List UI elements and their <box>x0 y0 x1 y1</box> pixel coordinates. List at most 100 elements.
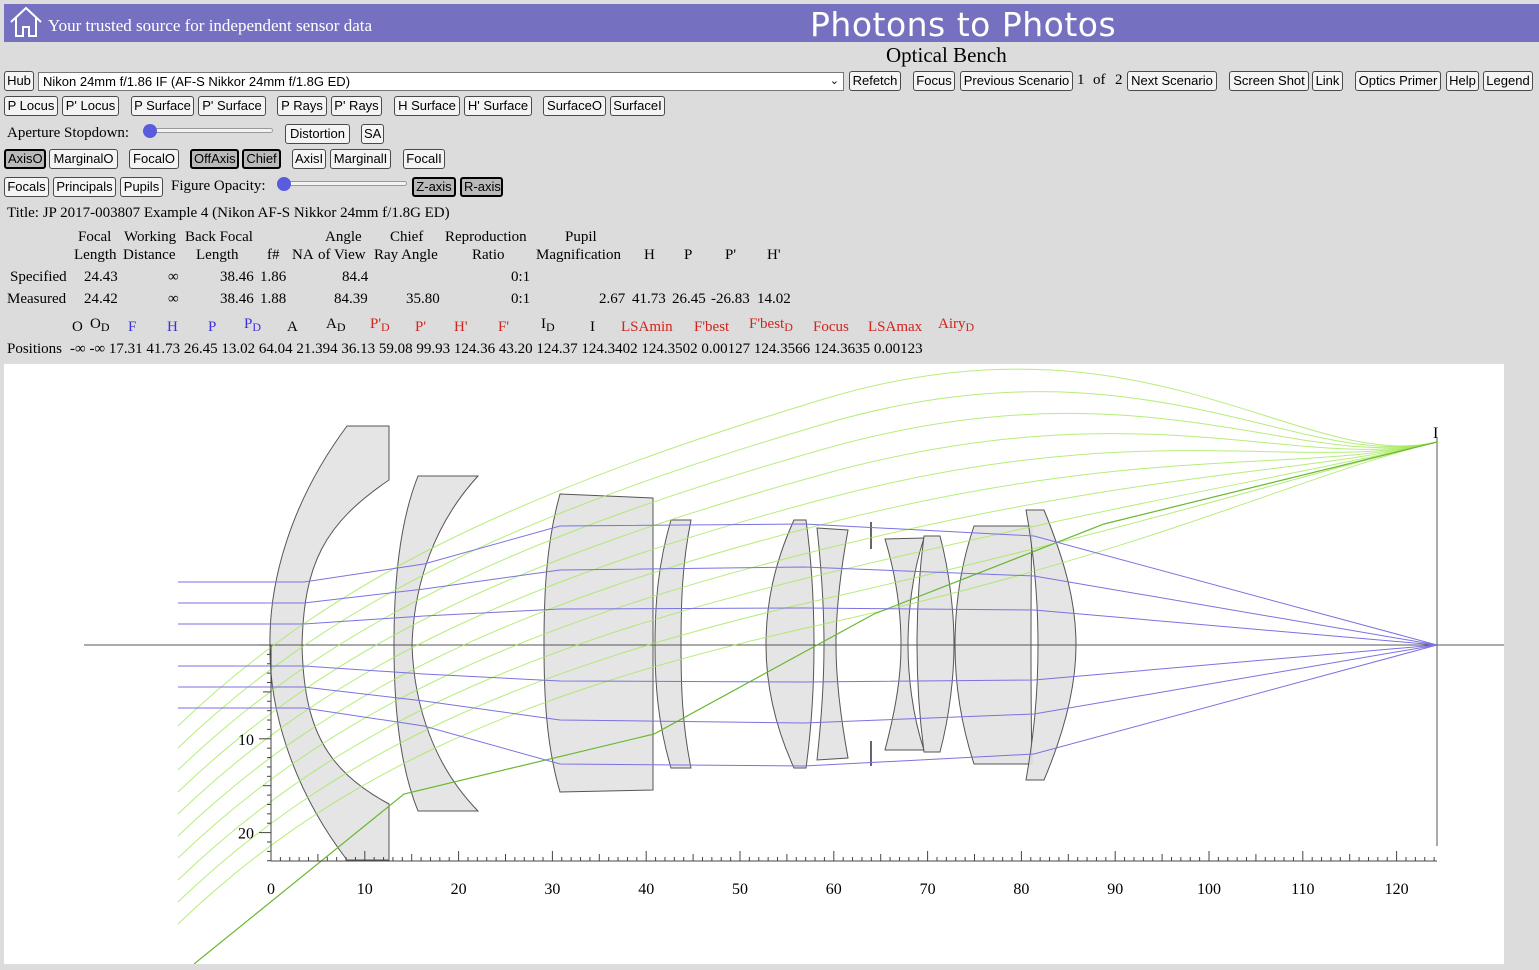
h-surface-button[interactable]: H Surface <box>394 96 460 116</box>
col-angle: Angle <box>325 229 362 245</box>
measured-p: 26.45 <box>672 291 706 307</box>
distortion-button[interactable]: Distortion <box>285 124 350 144</box>
position-symbol-main: F'best <box>749 316 785 332</box>
focus-button[interactable]: Focus <box>913 71 955 91</box>
measured-focal: 24.42 <box>84 291 118 307</box>
position-symbol: I <box>590 319 595 336</box>
col-repro-2: Ratio <box>472 247 505 263</box>
site-title[interactable]: Photons to Photos <box>810 5 1116 44</box>
position-symbol: PD <box>244 316 261 335</box>
z-axis-toggle[interactable]: Z-axis <box>412 177 456 197</box>
scenario-current: 1 <box>1077 72 1085 88</box>
surface-i-button[interactable]: SurfaceI <box>610 96 665 116</box>
axis-o-toggle[interactable]: AxisO <box>4 149 46 169</box>
col-p-prime: P' <box>725 247 737 263</box>
scenario-total: 2 <box>1115 72 1123 88</box>
axis-i-toggle[interactable]: AxisI <box>292 149 326 169</box>
position-symbol-sub: D <box>100 320 110 334</box>
pupils-button[interactable]: Pupils <box>120 177 163 197</box>
optical-bench-diagram: I 0 10 20 30 40 50 60 70 80 90 100 110 120 10 20 <box>84 368 1504 964</box>
figure-opacity-label: Figure Opacity: <box>171 178 266 194</box>
z-axis-tick-label: 90 <box>1107 881 1123 898</box>
col-working-2: Distance <box>123 247 176 263</box>
p-surface-button[interactable]: P Surface <box>131 96 194 116</box>
chief-toggle[interactable]: Chief <box>242 149 281 169</box>
z-axis-tick-label: 30 <box>544 881 560 898</box>
position-symbol: F <box>128 319 136 336</box>
slider-thumb[interactable] <box>277 177 291 191</box>
refetch-button[interactable]: Refetch <box>849 71 901 91</box>
col-back-focal-2: Length <box>196 247 239 263</box>
p-prime-surface-button[interactable]: P' Surface <box>198 96 266 116</box>
screen-shot-button[interactable]: Screen Shot <box>1229 71 1309 91</box>
z-axis-tick-label: 10 <box>357 881 373 898</box>
position-symbol-main: F'best <box>694 319 730 335</box>
col-focal-2: Length <box>74 247 117 263</box>
optics-primer-button[interactable]: Optics Primer <box>1355 71 1441 91</box>
p-prime-rays-button[interactable]: P' Rays <box>331 96 382 116</box>
optical-bench-canvas[interactable]: I 0 10 20 30 40 50 60 70 80 90 100 110 120 10 20 <box>4 364 1504 964</box>
col-p: P <box>684 247 693 263</box>
col-working: Working <box>124 229 177 245</box>
off-axis-toggle[interactable]: OffAxis <box>190 149 239 169</box>
col-pupil: Pupil <box>565 229 597 245</box>
next-scenario-button[interactable]: Next Scenario <box>1127 71 1217 91</box>
focal-i-toggle[interactable]: FocalI <box>403 149 445 169</box>
position-symbol-sub: D <box>546 320 555 334</box>
position-symbol-sub: D <box>965 320 975 334</box>
lens-element <box>816 527 849 761</box>
col-fnum: f# <box>267 247 280 263</box>
position-symbol-sub: D <box>252 320 262 334</box>
position-symbol-main: I <box>590 319 595 335</box>
lens-element <box>269 425 390 861</box>
legend-button[interactable]: Legend <box>1483 71 1533 91</box>
col-pupil-2: Magnification <box>536 247 621 263</box>
position-symbol: H <box>167 319 178 336</box>
marginal-i-toggle[interactable]: MarginalI <box>330 149 391 169</box>
position-symbol-sub: D <box>784 320 793 334</box>
position-symbol-main: A <box>287 319 298 335</box>
measured-h-prime: 14.02 <box>757 291 791 307</box>
aperture-stopdown-slider[interactable] <box>143 122 273 140</box>
home-icon[interactable] <box>8 5 44 39</box>
measured-fnum: 1.88 <box>260 291 287 307</box>
link-button[interactable]: Link <box>1312 71 1343 91</box>
previous-scenario-button[interactable]: Previous Scenario <box>960 71 1073 91</box>
focals-button[interactable]: Focals <box>4 177 49 197</box>
hub-button[interactable]: Hub <box>4 71 34 91</box>
position-symbol: LSAmax <box>868 319 922 336</box>
help-button[interactable]: Help <box>1446 71 1479 91</box>
page-title: Optical Bench <box>886 43 1007 67</box>
slider-thumb[interactable] <box>143 124 157 138</box>
marginal-o-toggle[interactable]: MarginalO <box>49 149 118 169</box>
p-rays-button[interactable]: P Rays <box>277 96 327 116</box>
measured-h: 41.73 <box>632 291 666 307</box>
position-symbol-main: Airy <box>938 316 966 332</box>
z-axis-tick-label: 20 <box>451 881 467 898</box>
position-symbol-main: F' <box>498 319 510 335</box>
chief-ray <box>193 441 1438 964</box>
z-axis-tick-label: 80 <box>1013 881 1029 898</box>
p-locus-button[interactable]: P Locus <box>4 96 58 116</box>
position-symbol-main: F <box>128 319 137 335</box>
focal-o-toggle[interactable]: FocalO <box>129 149 179 169</box>
surface-o-button[interactable]: SurfaceO <box>543 96 606 116</box>
position-symbol: LSAmin <box>621 319 673 336</box>
figure-opacity-slider[interactable] <box>277 175 407 193</box>
principals-button[interactable]: Principals <box>53 177 116 197</box>
position-symbol: AD <box>326 316 346 335</box>
position-symbol: H' <box>454 319 468 336</box>
lens-element <box>916 535 955 753</box>
p-prime-locus-button[interactable]: P' Locus <box>62 96 119 116</box>
measured-pupil: 2.67 <box>599 291 626 307</box>
z-axis-tick-label: 100 <box>1197 881 1221 898</box>
lens-select[interactable]: Nikon 24mm f/1.86 IF (AF-S Nikkor 24mm f… <box>38 72 844 91</box>
r-axis-toggle[interactable]: R-axis <box>460 177 503 197</box>
row-measured-label: Measured <box>7 291 67 307</box>
position-symbol: P <box>208 319 216 336</box>
h-prime-surface-button[interactable]: H' Surface <box>464 96 532 116</box>
col-na: NA <box>292 247 314 263</box>
r-axis-tick-label: 20 <box>238 826 254 843</box>
sa-button[interactable]: SA <box>361 124 384 144</box>
specified-bfl: 38.46 <box>220 269 254 285</box>
